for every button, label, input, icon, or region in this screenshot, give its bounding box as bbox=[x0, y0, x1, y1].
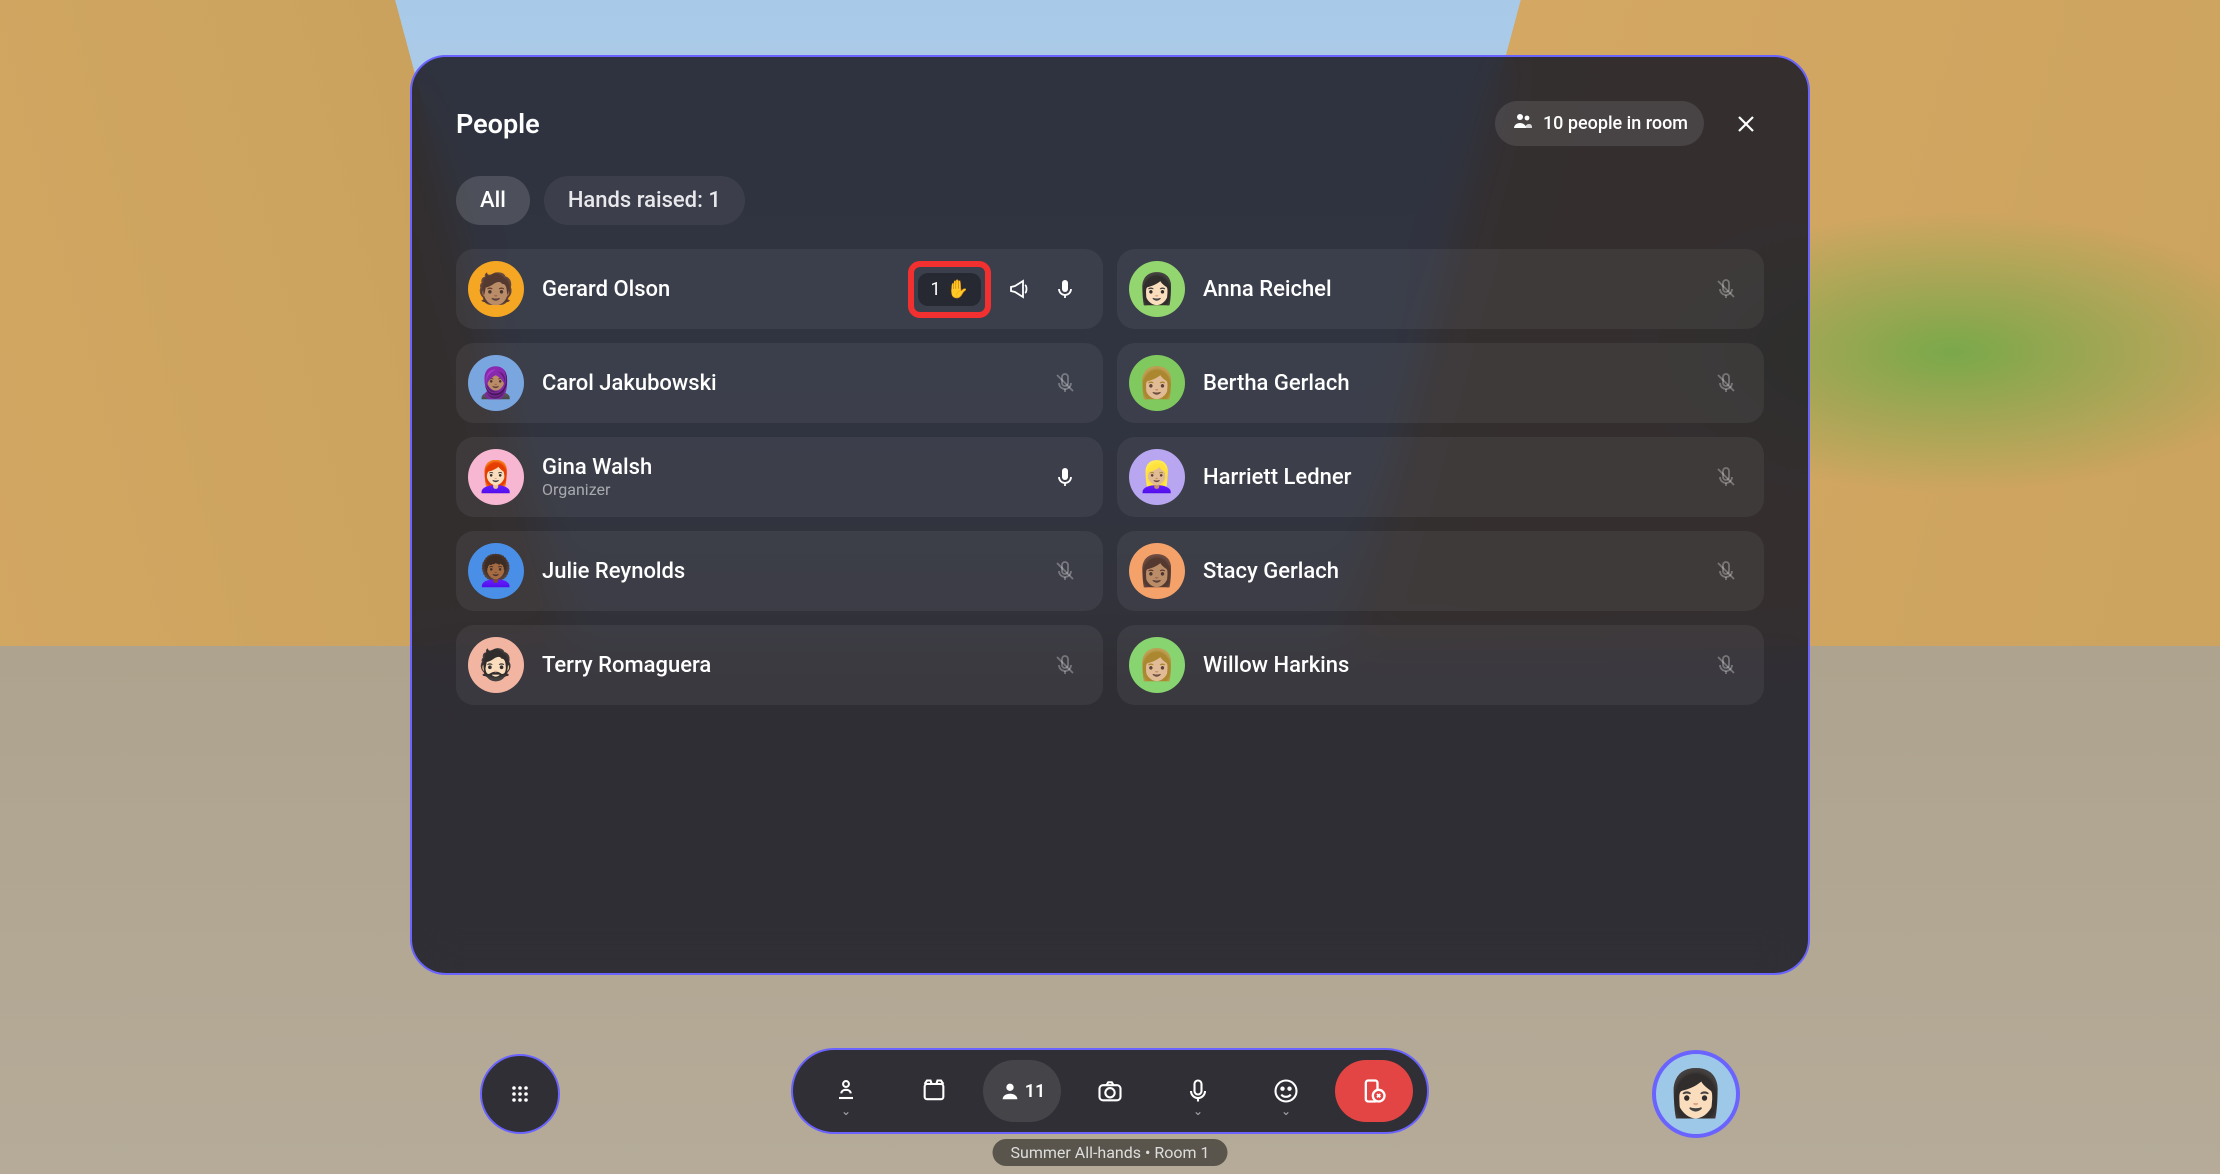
people-count-label: 11 bbox=[1025, 1081, 1046, 1102]
room-count-label: 10 people in room bbox=[1543, 113, 1688, 134]
mic-muted-icon[interactable] bbox=[1047, 553, 1083, 589]
person-name: Anna Reichel bbox=[1203, 277, 1690, 302]
leave-button[interactable] bbox=[1335, 1060, 1413, 1122]
filter-tabs: All Hands raised: 1 bbox=[456, 176, 1764, 225]
mic-on-icon[interactable] bbox=[1047, 459, 1083, 495]
mic-muted-icon[interactable] bbox=[1708, 553, 1744, 589]
room-label: Summer All-hands • Room 1 bbox=[993, 1139, 1228, 1166]
toolbar: ⌄ 11 ⌄ ⌄ bbox=[791, 1048, 1429, 1134]
mic-muted-icon[interactable] bbox=[1708, 271, 1744, 307]
hand-raised-highlight: 1 ✋ bbox=[908, 261, 991, 318]
person-role: Organizer bbox=[542, 480, 1029, 499]
mic-muted-icon[interactable] bbox=[1047, 647, 1083, 683]
person-row[interactable]: 🧔🏻 Terry Romaguera bbox=[456, 625, 1103, 705]
mic-button[interactable]: ⌄ bbox=[1159, 1060, 1237, 1122]
people-icon bbox=[1511, 109, 1535, 138]
avatar: 🧔🏻 bbox=[468, 637, 524, 693]
person-row[interactable]: 👩🏻 Anna Reichel bbox=[1117, 249, 1764, 329]
avatar: 👩🏽 bbox=[1129, 543, 1185, 599]
person-row[interactable]: 👱🏼‍♀️ Harriett Ledner bbox=[1117, 437, 1764, 517]
avatar: 👩🏼 bbox=[1129, 637, 1185, 693]
person-name: Gina Walsh bbox=[542, 455, 1029, 480]
person-name: Terry Romaguera bbox=[542, 653, 1029, 678]
avatar: 👩🏾‍🦱 bbox=[468, 543, 524, 599]
person-name: Julie Reynolds bbox=[542, 559, 1029, 584]
avatar: 👩🏼 bbox=[1129, 355, 1185, 411]
reactions-button[interactable]: ⌄ bbox=[1247, 1060, 1325, 1122]
chevron-down-icon: ⌄ bbox=[1281, 1104, 1291, 1118]
scene-button[interactable] bbox=[895, 1060, 973, 1122]
person-name: Harriett Ledner bbox=[1203, 465, 1690, 490]
close-button[interactable] bbox=[1728, 106, 1764, 142]
people-panel: People 10 people in room All Hands raise… bbox=[410, 55, 1810, 975]
person-row[interactable]: 🧕🏽 Carol Jakubowski bbox=[456, 343, 1103, 423]
avatar: 🧑🏽 bbox=[468, 261, 524, 317]
person-row[interactable]: 👩🏻‍🦰 Gina Walsh Organizer bbox=[456, 437, 1103, 517]
chevron-down-icon: ⌄ bbox=[841, 1104, 851, 1118]
person-row[interactable]: 🧑🏽 Gerard Olson 1 ✋ bbox=[456, 249, 1103, 329]
person-name: Carol Jakubowski bbox=[542, 371, 1029, 396]
mic-muted-icon[interactable] bbox=[1708, 647, 1744, 683]
move-button[interactable]: ⌄ bbox=[807, 1060, 885, 1122]
avatar: 🧕🏽 bbox=[468, 355, 524, 411]
chevron-down-icon: ⌄ bbox=[1193, 1104, 1203, 1118]
people-button[interactable]: 11 bbox=[983, 1060, 1061, 1122]
person-row[interactable]: 👩🏾‍🦱 Julie Reynolds bbox=[456, 531, 1103, 611]
self-avatar-button[interactable]: 👩🏻 bbox=[1652, 1050, 1740, 1138]
avatar: 👩🏻‍🦰 bbox=[468, 449, 524, 505]
camera-button[interactable] bbox=[1071, 1060, 1149, 1122]
hand-order: 1 bbox=[930, 279, 940, 300]
person-name: Willow Harkins bbox=[1203, 653, 1690, 678]
avatar: 👩🏻 bbox=[1129, 261, 1185, 317]
hand-raised-badge[interactable]: 1 ✋ bbox=[918, 273, 981, 306]
person-row[interactable]: 👩🏼 Willow Harkins bbox=[1117, 625, 1764, 705]
raised-hand-icon: ✋ bbox=[947, 279, 969, 300]
apps-button[interactable] bbox=[480, 1054, 560, 1134]
mic-muted-icon[interactable] bbox=[1708, 365, 1744, 401]
mic-on-icon[interactable] bbox=[1047, 271, 1083, 307]
megaphone-icon[interactable] bbox=[1001, 271, 1037, 307]
panel-title: People bbox=[456, 108, 540, 140]
person-name: Gerard Olson bbox=[542, 277, 890, 302]
mic-muted-icon[interactable] bbox=[1047, 365, 1083, 401]
people-list: 🧑🏽 Gerard Olson 1 ✋ 👩� bbox=[456, 249, 1764, 705]
mic-muted-icon[interactable] bbox=[1708, 459, 1744, 495]
avatar: 👱🏼‍♀️ bbox=[1129, 449, 1185, 505]
person-row[interactable]: 👩🏼 Bertha Gerlach bbox=[1117, 343, 1764, 423]
room-count-pill[interactable]: 10 people in room bbox=[1495, 101, 1704, 146]
tab-all[interactable]: All bbox=[456, 176, 530, 225]
tab-hands-raised[interactable]: Hands raised: 1 bbox=[544, 176, 745, 225]
person-row[interactable]: 👩🏽 Stacy Gerlach bbox=[1117, 531, 1764, 611]
person-name: Stacy Gerlach bbox=[1203, 559, 1690, 584]
bottom-dock: ⌄ 11 ⌄ ⌄ bbox=[791, 1048, 1429, 1134]
person-name: Bertha Gerlach bbox=[1203, 371, 1690, 396]
